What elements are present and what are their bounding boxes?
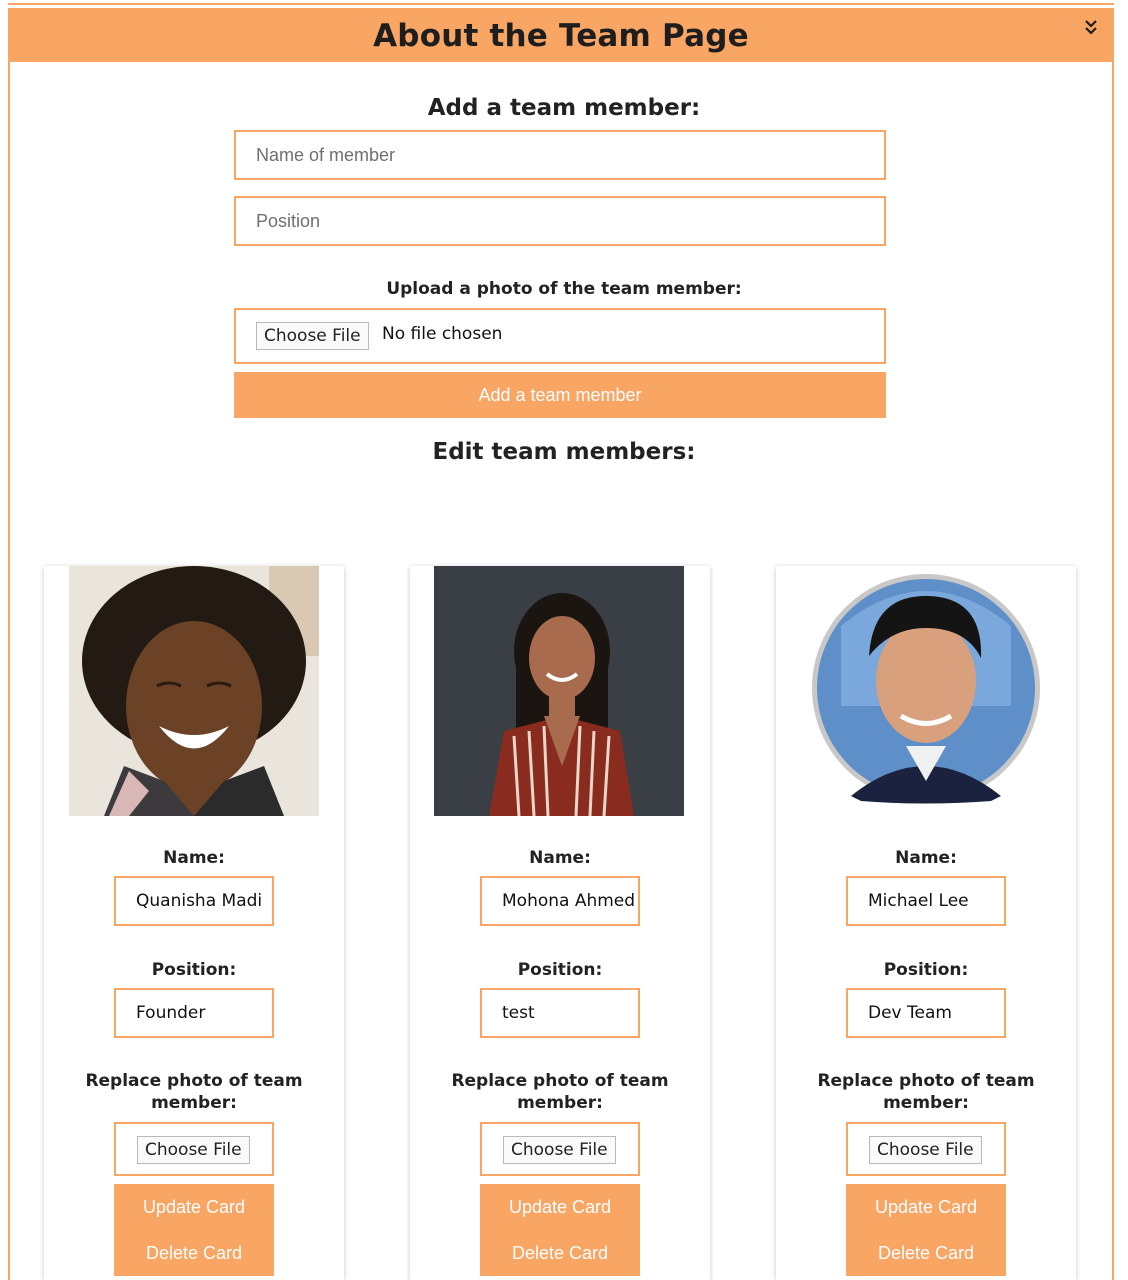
name-label: Name: xyxy=(529,848,591,868)
choose-file-button[interactable]: Choose File xyxy=(503,1136,616,1164)
edit-members-heading: Edit team members: xyxy=(432,439,696,465)
choose-file-button[interactable]: Choose File xyxy=(869,1136,982,1164)
replace-photo-input: Choose File xyxy=(114,1122,274,1176)
member-name-field[interactable] xyxy=(846,876,1006,926)
position-label: Position: xyxy=(883,960,969,980)
team-member-card: Name: Position: Replace photo of team me… xyxy=(44,566,344,1280)
replace-photo-input: Choose File xyxy=(480,1122,640,1176)
update-card-button[interactable]: Update Card xyxy=(846,1184,1006,1230)
update-card-button[interactable]: Update Card xyxy=(114,1184,274,1230)
member-position-field[interactable] xyxy=(846,988,1006,1038)
page-title: About the Team Page xyxy=(373,18,749,54)
team-member-card: Name: Position: Replace photo of team me… xyxy=(410,566,710,1280)
choose-file-button[interactable]: Choose File xyxy=(137,1136,250,1164)
replace-photo-input: Choose File xyxy=(846,1122,1006,1176)
member-position-field[interactable] xyxy=(480,988,640,1038)
member-name-field[interactable] xyxy=(114,876,274,926)
replace-photo-label: Replace photo of team member: xyxy=(451,1071,669,1113)
page-header: About the Team Page xyxy=(8,8,1114,62)
name-label: Name: xyxy=(895,848,957,868)
photo-file-input: Choose File No file chosen xyxy=(234,308,886,364)
delete-card-button[interactable]: Delete Card xyxy=(480,1230,640,1276)
position-label: Position: xyxy=(151,960,237,980)
add-member-button[interactable]: Add a team member xyxy=(234,372,886,418)
replace-photo-label: Replace photo of team member: xyxy=(85,1071,303,1113)
upload-photo-label: Upload a photo of the team member: xyxy=(386,279,742,299)
header-top-rule xyxy=(8,3,1114,5)
member-position-input[interactable] xyxy=(234,196,886,246)
double-chevron-down-icon[interactable] xyxy=(1082,18,1100,38)
member-photo xyxy=(69,566,319,816)
file-status-text: No file chosen xyxy=(382,324,503,344)
position-label: Position: xyxy=(517,960,603,980)
member-name-field[interactable] xyxy=(480,876,640,926)
team-member-card: Name: Position: Replace photo of team me… xyxy=(776,566,1076,1280)
choose-file-button[interactable]: Choose File xyxy=(256,322,369,350)
delete-card-button[interactable]: Delete Card xyxy=(114,1230,274,1276)
replace-photo-label: Replace photo of team member: xyxy=(817,1071,1035,1113)
delete-card-button[interactable]: Delete Card xyxy=(846,1230,1006,1276)
name-label: Name: xyxy=(163,848,225,868)
member-name-input[interactable] xyxy=(234,130,886,180)
member-position-field[interactable] xyxy=(114,988,274,1038)
member-photo xyxy=(801,566,1051,816)
add-member-heading: Add a team member: xyxy=(427,95,701,121)
member-photo xyxy=(434,566,684,816)
update-card-button[interactable]: Update Card xyxy=(480,1184,640,1230)
